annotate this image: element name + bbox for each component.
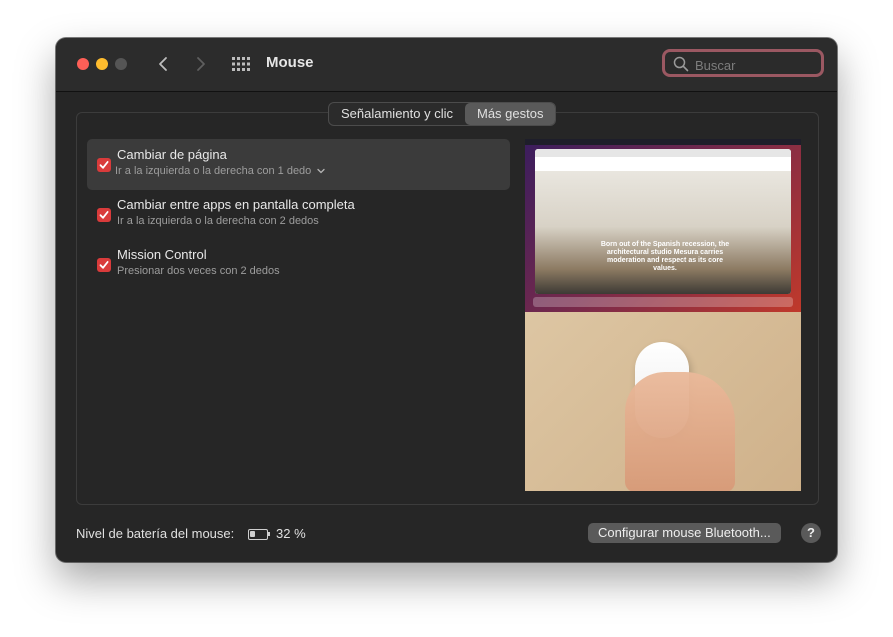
preview-dock: [533, 297, 793, 307]
zoom-window-button[interactable]: [115, 58, 127, 70]
minimize-window-button[interactable]: [96, 58, 108, 70]
back-button[interactable]: [152, 52, 176, 76]
hand-image: [625, 372, 735, 491]
preview-hero-image: Born out of the Spanish recession, the a…: [535, 171, 791, 294]
forward-button[interactable]: [188, 52, 212, 76]
preferences-window: Mouse Señalamiento y clic Más gestos Cam…: [56, 38, 837, 562]
battery-percent: 32 %: [276, 526, 306, 541]
checkbox-mission-control[interactable]: [97, 258, 111, 272]
search-icon: [673, 56, 689, 72]
gesture-subtitle: Presionar dos veces con 2 dedos: [117, 265, 280, 277]
battery-level-label: Nivel de batería del mouse:: [76, 526, 235, 541]
checkmark-icon: [99, 211, 109, 219]
chevron-left-icon: [159, 57, 167, 71]
title-bar: Mouse: [56, 38, 837, 92]
checkmark-icon: [99, 161, 109, 169]
chevron-down-icon: [317, 168, 326, 174]
preview-desk: [525, 312, 801, 491]
gesture-subtitle: Ir a la izquierda o la derecha con 2 ded…: [117, 215, 319, 227]
search-input[interactable]: [693, 55, 817, 75]
gesture-preview-video: Born out of the Spanish recession, the a…: [525, 139, 801, 491]
checkbox-cambiar-de-pagina[interactable]: [97, 158, 111, 172]
tab-mas-gestos[interactable]: Más gestos: [465, 103, 556, 125]
gesture-option-dropdown[interactable]: Ir a la izquierda o la derecha con 1 ded…: [115, 165, 326, 177]
checkmark-icon: [99, 261, 109, 269]
preview-headline: Born out of the Spanish recession, the a…: [600, 241, 730, 272]
gesture-row-cambiar-de-pagina[interactable]: Cambiar de página Ir a la izquierda o la…: [87, 139, 510, 190]
gesture-title: Mission Control: [117, 247, 207, 262]
configure-bluetooth-mouse-button[interactable]: Configurar mouse Bluetooth...: [588, 523, 781, 543]
gesture-row-cambiar-entre-apps[interactable]: Cambiar entre apps en pantalla completa …: [87, 189, 510, 240]
preview-browser: Born out of the Spanish recession, the a…: [535, 149, 791, 294]
show-all-grid-icon[interactable]: [232, 56, 250, 72]
battery-fill: [250, 531, 255, 537]
close-window-button[interactable]: [77, 58, 89, 70]
help-button[interactable]: ?: [801, 523, 821, 543]
checkbox-cambiar-entre-apps[interactable]: [97, 208, 111, 222]
tab-senalamiento-y-clic[interactable]: Señalamiento y clic: [329, 103, 465, 125]
window-title: Mouse: [266, 54, 314, 71]
gesture-title: Cambiar de página: [117, 147, 227, 162]
preview-screen: Born out of the Spanish recession, the a…: [525, 139, 801, 312]
gesture-subtitle: Ir a la izquierda o la derecha con 1 ded…: [115, 165, 312, 177]
gesture-row-mission-control[interactable]: Mission Control Presionar dos veces con …: [87, 239, 510, 290]
gesture-title: Cambiar entre apps en pantalla completa: [117, 197, 355, 212]
gestures-panel: Cambiar de página Ir a la izquierda o la…: [76, 112, 819, 505]
battery-icon: [248, 529, 270, 540]
search-field[interactable]: [662, 49, 824, 77]
tab-bar: Señalamiento y clic Más gestos: [328, 102, 557, 126]
chevron-right-icon: [197, 57, 205, 71]
